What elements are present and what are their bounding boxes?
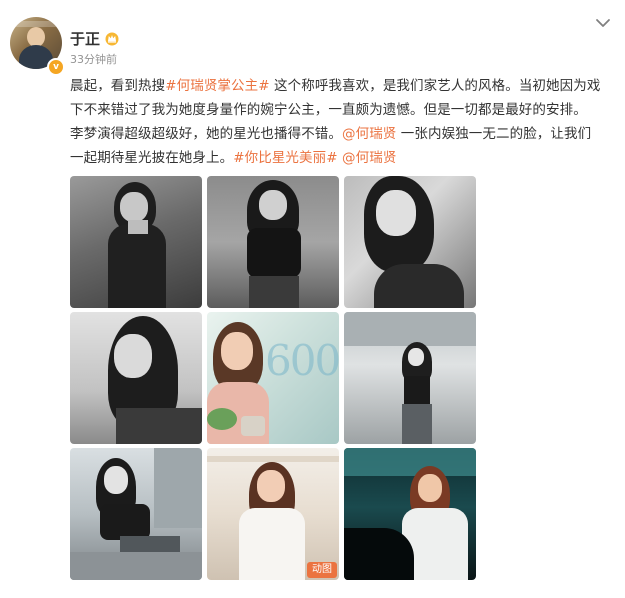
verified-badge-icon: v: [47, 58, 65, 76]
post-body-text: 晨起，看到热搜#何瑞贤掌公主# 这个称呼我喜欢，是我们家艺人的风格。当初她因为戏…: [70, 74, 618, 170]
mention-link[interactable]: @何瑞贤: [342, 126, 396, 142]
photo-thumbnail[interactable]: [70, 312, 202, 444]
photo-thumbnail[interactable]: [70, 448, 202, 580]
post-text-line: 下不来错过了我为她度身量作的婉宁公主，一直颇为遗憾。但是一切都是最好的安排。: [70, 98, 618, 122]
photo-grid: 600 动图: [70, 176, 476, 580]
post-timestamp[interactable]: 33分钟前: [70, 51, 117, 67]
post-text-line: 李梦演得超级超级好，她的星光也播得不错。@何瑞贤 一张内娱独一无二的脸，让我们: [70, 122, 618, 146]
text-segment: 这个称呼我喜欢，是我们家艺人的风格。当初她因为戏: [269, 78, 601, 94]
photo-thumbnail[interactable]: [344, 176, 476, 308]
text-segment: 一张内娱独一无二的脸，让我们: [396, 126, 592, 142]
post-text-line: 一起期待星光披在她身上。#你比星光美丽# @何瑞贤: [70, 146, 618, 170]
weibo-post-card: v 于正 33分钟前 晨起，看到热搜#何瑞贤掌公主# 这个称呼我喜欢，是我们家艺…: [0, 0, 625, 598]
photo-thumbnail[interactable]: [207, 176, 339, 308]
hashtag-link[interactable]: #你比星光美丽#: [233, 150, 337, 166]
photo-thumbnail[interactable]: 动图: [207, 448, 339, 580]
hashtag-link[interactable]: #何瑞贤掌公主#: [165, 78, 269, 94]
avatar-face: [27, 27, 45, 47]
photo-thumbnail[interactable]: 600: [207, 312, 339, 444]
text-segment: 一起期待星光披在她身上。: [70, 150, 234, 166]
photo-thumbnail[interactable]: [70, 176, 202, 308]
photo-overlay-text: 600: [265, 336, 339, 385]
username-link[interactable]: 于正: [70, 28, 100, 49]
chevron-down-icon[interactable]: [594, 16, 612, 30]
crown-vip-icon[interactable]: [104, 30, 120, 46]
text-segment: 下不来错过了我为她度身量作的婉宁公主，一直颇为遗憾。但是一切都是最好的安排。: [70, 102, 587, 118]
post-text-line: 晨起，看到热搜#何瑞贤掌公主# 这个称呼我喜欢，是我们家艺人的风格。当初她因为戏: [70, 74, 618, 98]
photo-thumbnail[interactable]: [344, 312, 476, 444]
gif-badge: 动图: [307, 562, 337, 578]
mention-link[interactable]: @何瑞贤: [342, 150, 396, 166]
text-segment: 李梦演得超级超级好，她的星光也播得不错。: [70, 126, 342, 142]
text-segment: 晨起，看到热搜: [70, 78, 166, 94]
photo-thumbnail[interactable]: [344, 448, 476, 580]
